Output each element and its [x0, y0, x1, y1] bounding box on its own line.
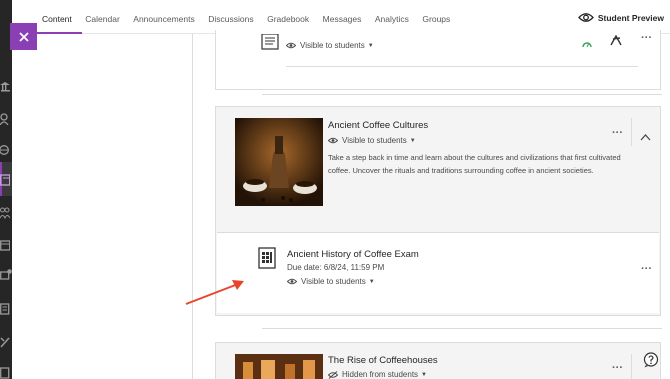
section-divider-2: [262, 328, 662, 329]
globe-icon[interactable]: [0, 143, 12, 157]
organizations-icon[interactable]: [0, 206, 12, 220]
module-more-button[interactable]: ···: [612, 127, 623, 139]
exam-item: [217, 233, 659, 313]
tab-gradebook[interactable]: Gradebook: [267, 0, 309, 34]
document-icon: [261, 33, 279, 55]
exam-title[interactable]: Ancient History of Coffee Exam: [287, 249, 419, 260]
panel-divider: [192, 34, 193, 379]
top-item-more-button[interactable]: ···: [641, 32, 652, 44]
eye-icon: [328, 137, 338, 144]
module-description: Take a step back in time and learn about…: [328, 153, 621, 175]
annotation-arrow: [182, 276, 248, 313]
tab-calendar[interactable]: Calendar: [85, 0, 120, 34]
tools-icon[interactable]: [0, 335, 12, 349]
exam-visibility[interactable]: Visible to students ▼: [287, 277, 375, 286]
next-module-visibility[interactable]: Hidden from students ▼: [328, 370, 427, 379]
module-visibility[interactable]: Visible to students ▼: [328, 136, 416, 145]
course-top-nav: Content Calendar Announcements Discussio…: [28, 0, 670, 34]
module-title[interactable]: Ancient Coffee Cultures: [328, 120, 428, 131]
institution-icon[interactable]: [0, 80, 12, 94]
performance-gauge-icon[interactable]: [582, 35, 592, 53]
tab-analytics[interactable]: Analytics: [375, 0, 409, 34]
chevron-down-icon: ▼: [368, 278, 375, 285]
help-button[interactable]: [643, 352, 659, 373]
section-divider: [262, 94, 662, 95]
student-preview-button[interactable]: Student Preview: [577, 12, 664, 23]
app-root: Content Calendar Announcements Discussio…: [0, 0, 670, 379]
exam-due-date: Due date: 6/8/24, 11:59 PM: [287, 263, 385, 272]
tab-discussions[interactable]: Discussions: [208, 0, 253, 34]
left-panel: [12, 34, 192, 379]
top-item-divider: [286, 66, 638, 67]
collapse-module-button[interactable]: [640, 128, 651, 146]
student-preview-label: Student Preview: [597, 12, 664, 23]
grades-icon[interactable]: [0, 302, 12, 316]
tab-messages[interactable]: Messages: [323, 0, 362, 34]
module-thumbnail: [235, 118, 323, 206]
next-module-title[interactable]: The Rise of Coffeehouses: [328, 355, 438, 366]
tab-content[interactable]: Content: [28, 0, 82, 34]
messages-icon[interactable]: [0, 268, 12, 282]
next-module-thumbnail: [235, 354, 323, 379]
student-preview-icon: [577, 13, 594, 22]
chevron-down-icon: ▼: [409, 137, 416, 144]
module-actions-divider: [631, 118, 632, 146]
exam-more-button[interactable]: ···: [641, 263, 652, 275]
chevron-down-icon: ▼: [367, 42, 374, 49]
course-tabs: Content Calendar Announcements Discussio…: [28, 0, 464, 34]
accessibility-icon[interactable]: [610, 33, 622, 51]
tab-announcements[interactable]: Announcements: [133, 0, 194, 34]
close-course-button[interactable]: [10, 23, 37, 50]
tab-groups[interactable]: Groups: [422, 0, 450, 34]
chevron-up-icon: [640, 134, 651, 141]
chevron-down-icon: ▼: [421, 371, 427, 378]
eye-slash-icon: [328, 370, 338, 379]
courses-icon[interactable]: [0, 173, 12, 187]
test-icon: [258, 247, 276, 274]
next-module-more-button[interactable]: ···: [612, 362, 623, 374]
close-icon: [18, 31, 29, 42]
content-item-top: [215, 30, 661, 90]
eye-icon: [286, 42, 296, 49]
signout-icon[interactable]: [0, 366, 12, 379]
eye-icon: [287, 278, 297, 285]
profile-icon[interactable]: [0, 112, 12, 126]
module-inner-divider: [217, 232, 659, 233]
top-item-visibility[interactable]: Visible to students ▼: [286, 41, 374, 50]
help-icon: [643, 352, 659, 368]
next-module-actions-divider: [631, 354, 632, 379]
calendar-icon[interactable]: [0, 238, 12, 252]
